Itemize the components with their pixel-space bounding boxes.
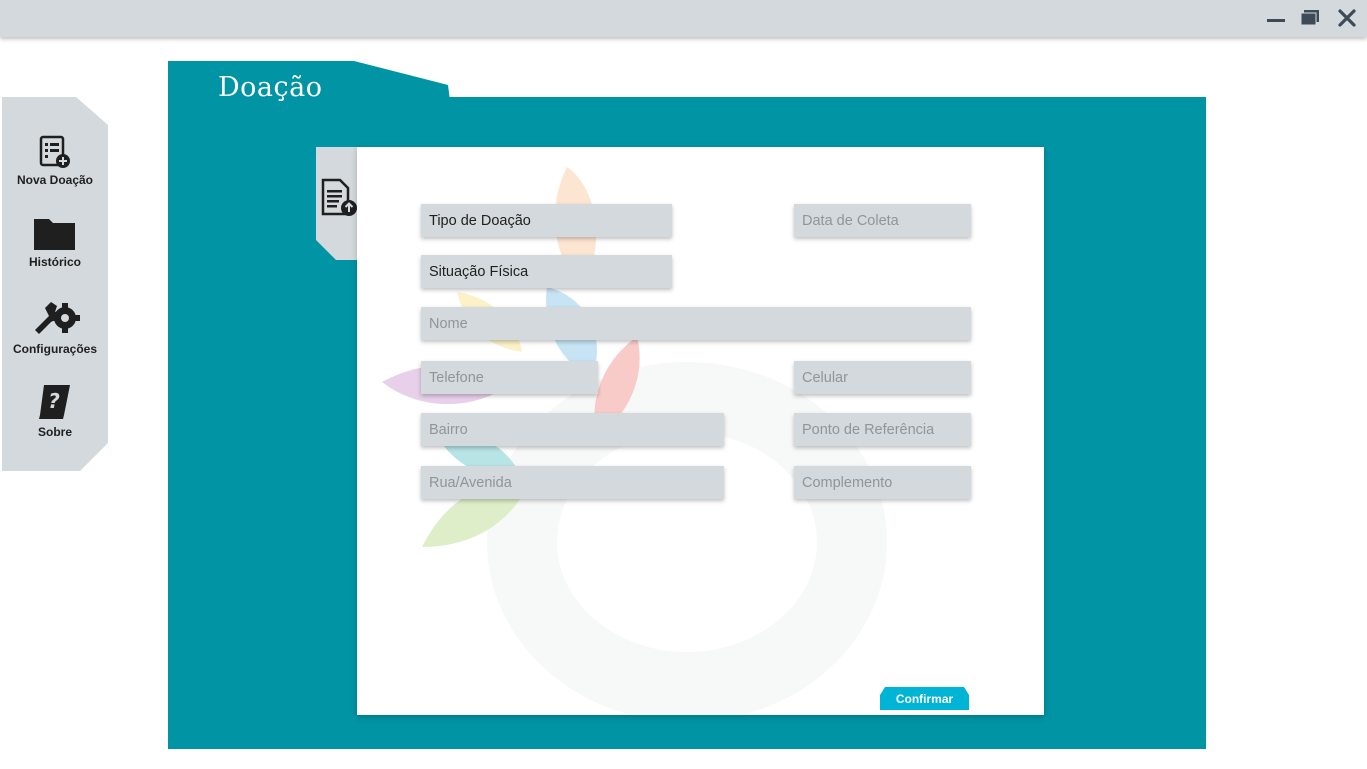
minimize-icon[interactable] [1265, 8, 1287, 28]
sidebar-item-label: Sobre [37, 425, 72, 439]
sidebar-item-configuracoes[interactable]: Configurações [2, 300, 108, 356]
ponto-referencia-field[interactable]: Ponto de Referência [794, 413, 971, 446]
close-icon[interactable] [1336, 8, 1358, 28]
folder-icon [34, 219, 75, 250]
help-book-icon: ? [39, 385, 70, 419]
sidebar-item-label: Histórico [28, 255, 81, 269]
tipo-doacao-select[interactable]: Tipo de Doação [421, 204, 672, 237]
title-bar [0, 0, 1367, 37]
data-coleta-field[interactable]: Data de Coleta [794, 204, 971, 237]
page-title: Doação [218, 72, 323, 103]
sidebar-item-label: Nova Doação [16, 173, 94, 187]
telefone-field[interactable]: Telefone [421, 361, 598, 394]
form-card: Tipo de Doação Data de Coleta Situação F… [357, 147, 1044, 715]
nome-field[interactable]: Nome [421, 307, 971, 340]
rua-avenida-field[interactable]: Rua/Avenida [421, 466, 724, 499]
situacao-fisica-select[interactable]: Situação Física [421, 255, 672, 288]
sidebar-item-label: Configurações [12, 342, 97, 356]
sidebar-item-nova-doacao[interactable]: Nova Doação [2, 135, 108, 187]
confirm-button[interactable]: Confirmar [880, 687, 969, 710]
bairro-field[interactable]: Bairro [421, 413, 724, 446]
sidebar: Nova Doação Histórico Configurações ? So… [2, 97, 108, 471]
svg-text:?: ? [48, 389, 60, 413]
complemento-field[interactable]: Complemento [794, 466, 971, 499]
sidebar-item-sobre[interactable]: ? Sobre [2, 383, 108, 439]
document-upload-icon [321, 178, 357, 216]
settings-tools-icon [35, 302, 80, 334]
maximize-icon[interactable] [1299, 8, 1321, 28]
sidebar-item-historico[interactable]: Histórico [2, 215, 108, 269]
new-document-icon [39, 135, 70, 168]
form-side-tab [316, 147, 358, 260]
celular-field[interactable]: Celular [794, 361, 971, 394]
